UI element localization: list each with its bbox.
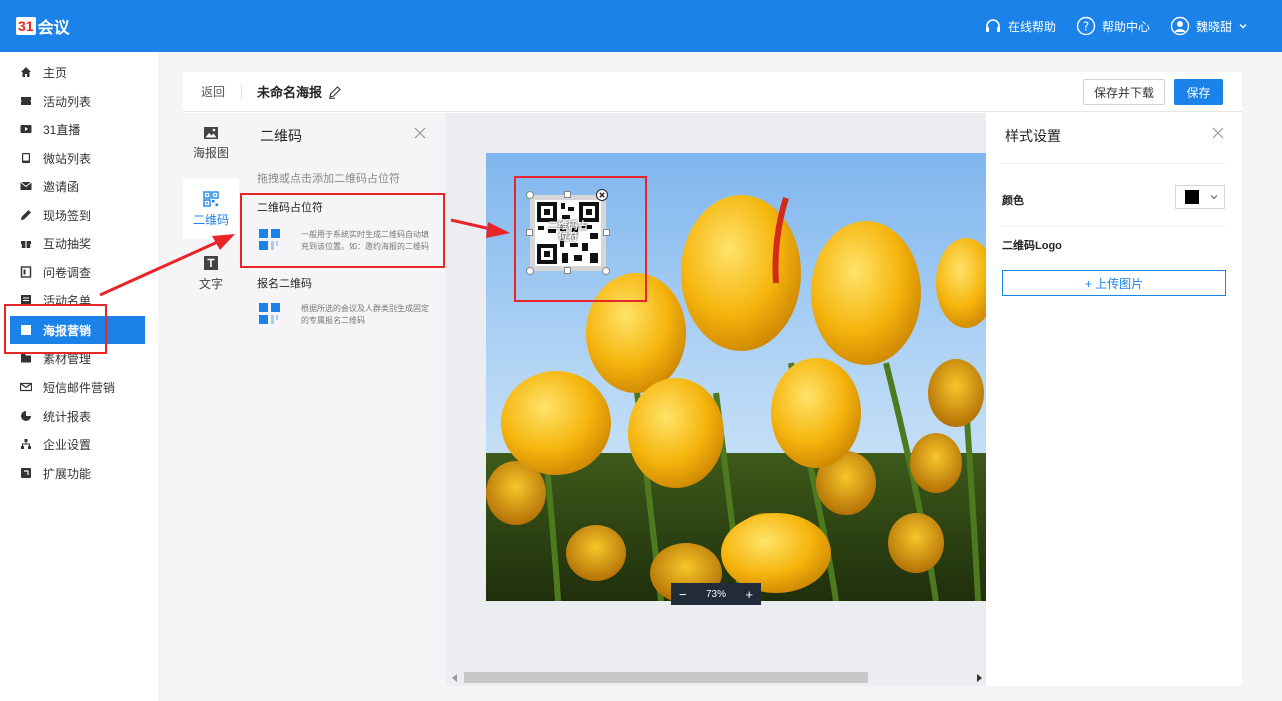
annotation-arrows (99, 218, 510, 297)
